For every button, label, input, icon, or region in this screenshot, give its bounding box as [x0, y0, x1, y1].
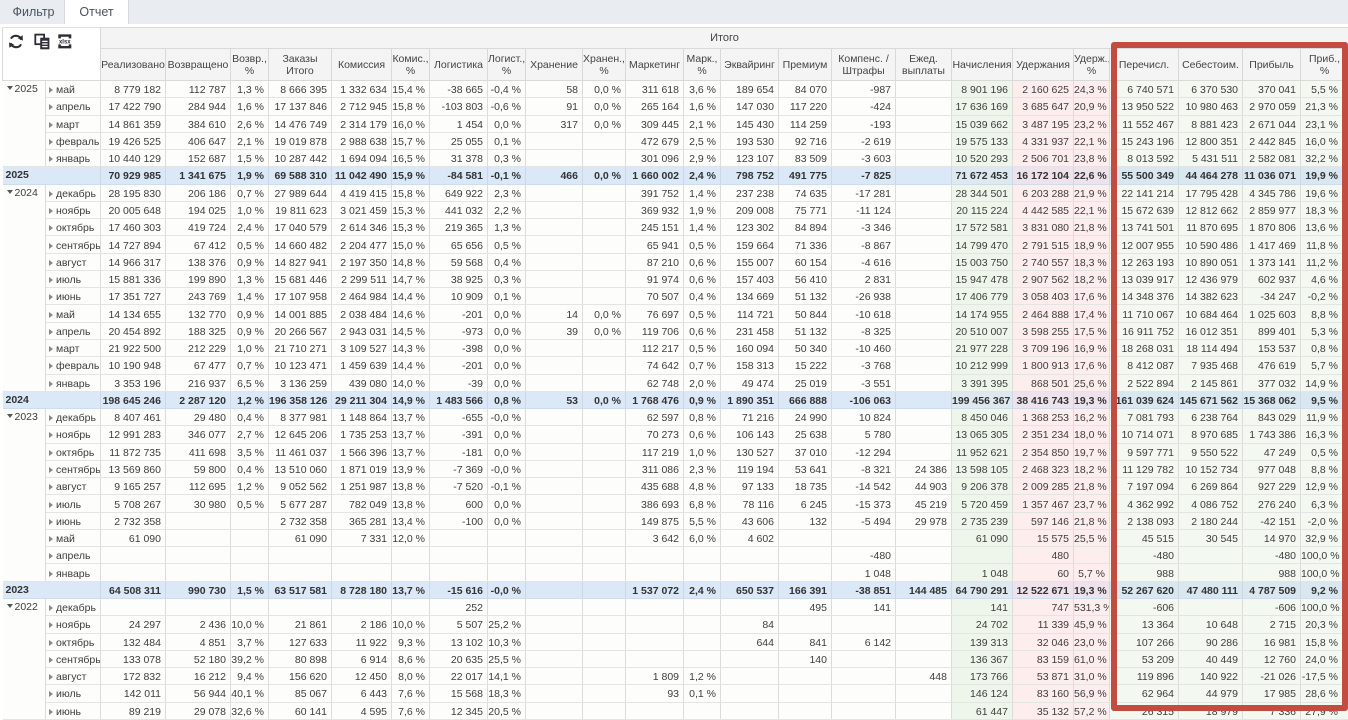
svg-text:xlsx: xlsx: [59, 40, 71, 46]
